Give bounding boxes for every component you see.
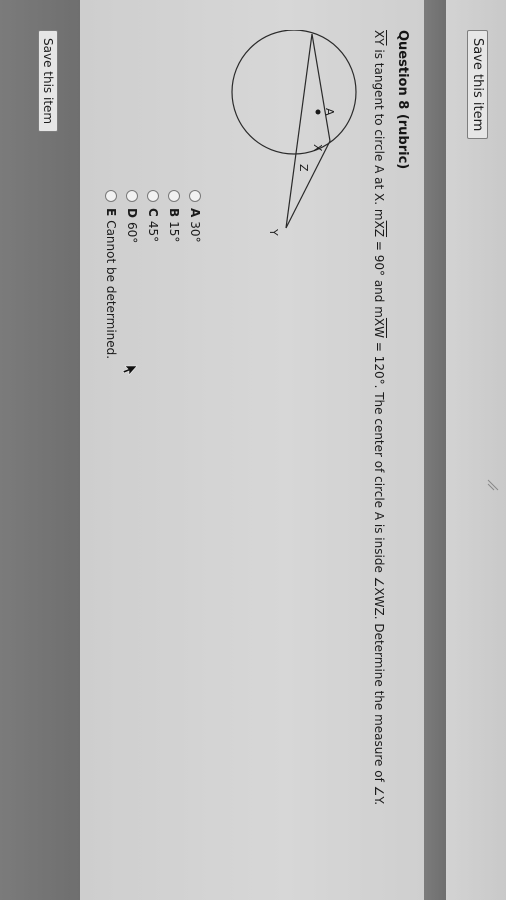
answer-options: A 30° B 15° C 45° D 60° E Cannot be determine… [101,190,206,359]
label-x: X [311,144,324,152]
center-point [315,109,321,115]
page-stage: Save this item Question 8 (rubric) XY is… [0,0,506,900]
secant-wy [285,33,313,229]
circle-diagram: W X A Z Y [231,30,357,236]
circle-a [231,30,357,155]
option-d[interactable]: D 60° [122,190,143,359]
question-text: XY is tangent to circle A at X. mXZ = 90… [372,30,386,806]
option-b[interactable]: B 15° [164,190,185,359]
radio-e[interactable] [105,190,118,202]
radio-b[interactable] [168,190,181,202]
radio-c[interactable] [147,190,160,202]
top-toolbar: Save this item [446,0,506,900]
label-a: A [323,108,336,116]
label-y: Y [267,228,280,236]
save-item-button-top[interactable]: Save this item [467,30,488,140]
save-item-button-bottom[interactable]: Save this item [38,30,58,133]
resize-grip-icon[interactable] [486,478,500,492]
chord-wx [311,33,331,142]
segment-xy: XY [372,30,386,46]
arc-xz: XZ [372,220,386,238]
arc-xw: XW [372,317,386,338]
option-e[interactable]: E Cannot be determined. [101,190,122,359]
option-c[interactable]: C 45° [143,190,164,359]
label-z: Z [297,164,310,172]
toolbar-separator [424,0,446,900]
footer-band [0,0,80,900]
option-a[interactable]: A 30° [185,190,206,359]
mouse-cursor-icon [122,365,138,376]
radio-d[interactable] [126,190,139,202]
question-title: Question 8 (rubric) [395,30,410,170]
radio-a[interactable] [189,190,202,202]
